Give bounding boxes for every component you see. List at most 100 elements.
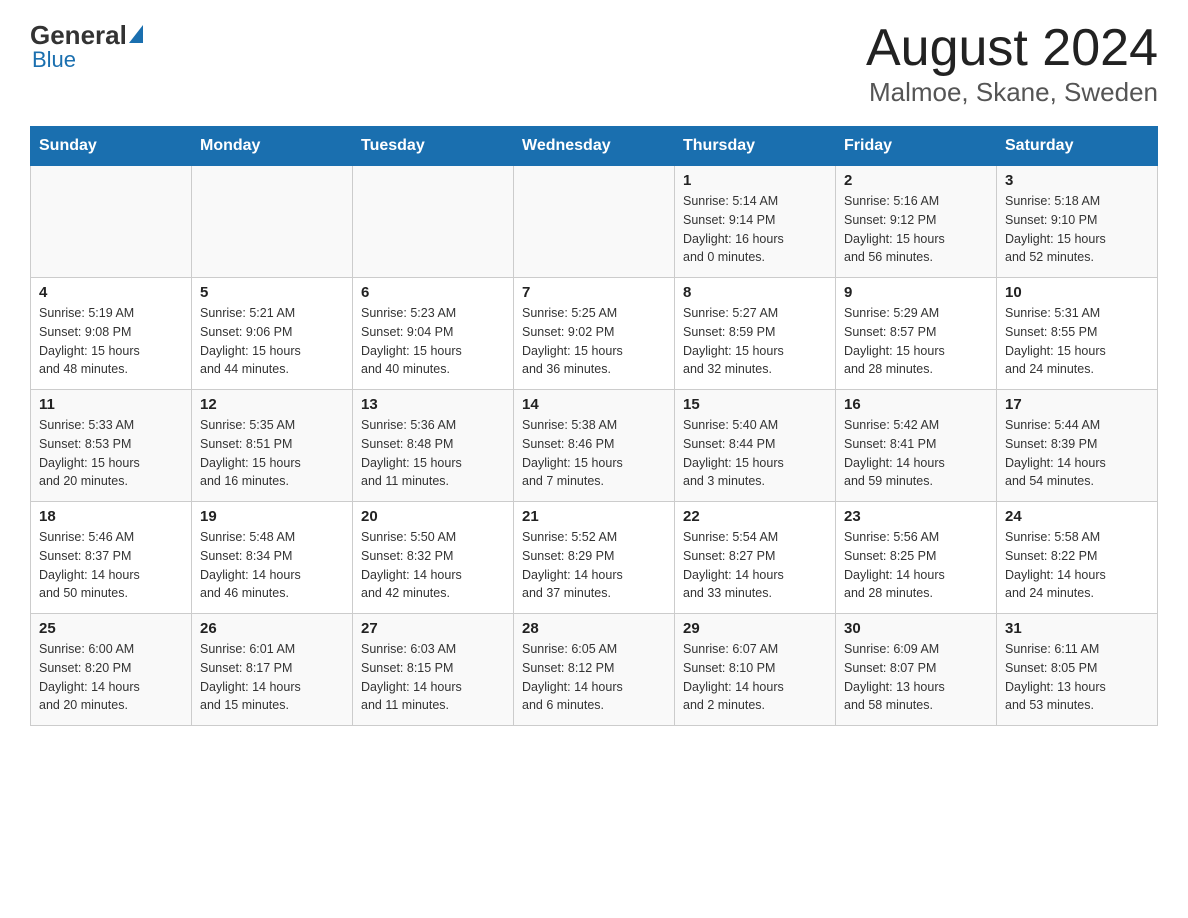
day-number: 18 [39, 508, 183, 525]
day-number: 12 [200, 396, 344, 413]
calendar-cell: 9Sunrise: 5:29 AM Sunset: 8:57 PM Daylig… [836, 278, 997, 390]
calendar-cell: 14 Sunrise: 5:38 AM Sunset: 8:46 PM Dayli… [514, 390, 675, 502]
day-info: Sunrise: 6:00 AM Sunset: 8:20 PM Dayligh… [39, 640, 183, 715]
day-number: 24 [1005, 508, 1149, 525]
calendar-header-row: SundayMondayTuesdayWednesdayThursdayFrid… [31, 127, 1158, 166]
calendar-cell: 16Sunrise: 5:42 AM Sunset: 8:41 PM Dayli… [836, 390, 997, 502]
calendar-cell: 24 Sunrise: 5:58 AM Sunset: 8:22 PM Dayli… [997, 502, 1158, 614]
day-number: 2 [844, 172, 988, 189]
day-number: 25 [39, 620, 183, 637]
calendar-week-row: 25 Sunrise: 6:00 AM Sunset: 8:20 PM Dayli… [31, 614, 1158, 726]
calendar-cell: 29 Sunrise: 6:07 AM Sunset: 8:10 PM Dayli… [675, 614, 836, 726]
day-info: Sunrise: 6:07 AM Sunset: 8:10 PM Dayligh… [683, 640, 827, 715]
day-info: Sunrise: 6:05 AM Sunset: 8:12 PM Dayligh… [522, 640, 666, 715]
day-number: 8 [683, 284, 827, 301]
calendar-cell: 8Sunrise: 5:27 AM Sunset: 8:59 PM Daylig… [675, 278, 836, 390]
column-header-friday: Friday [836, 127, 997, 166]
day-info: Sunrise: 6:01 AM Sunset: 8:17 PM Dayligh… [200, 640, 344, 715]
day-info: Sunrise: 5:58 AM Sunset: 8:22 PM Dayligh… [1005, 528, 1149, 603]
calendar-cell: 3Sunrise: 5:18 AM Sunset: 9:10 PM Daylig… [997, 166, 1158, 278]
day-number: 31 [1005, 620, 1149, 637]
column-header-saturday: Saturday [997, 127, 1158, 166]
day-number: 19 [200, 508, 344, 525]
calendar-week-row: 1Sunrise: 5:14 AM Sunset: 9:14 PM Daylig… [31, 166, 1158, 278]
page-title: August 2024 [866, 20, 1158, 77]
column-header-sunday: Sunday [31, 127, 192, 166]
calendar-week-row: 4 Sunrise: 5:19 AM Sunset: 9:08 PM Daylig… [31, 278, 1158, 390]
day-info: Sunrise: 5:25 AM Sunset: 9:02 PM Dayligh… [522, 304, 666, 379]
calendar-table: SundayMondayTuesdayWednesdayThursdayFrid… [30, 126, 1158, 726]
day-number: 21 [522, 508, 666, 525]
column-header-tuesday: Tuesday [353, 127, 514, 166]
day-info: Sunrise: 5:23 AM Sunset: 9:04 PM Dayligh… [361, 304, 505, 379]
day-info: Sunrise: 5:36 AM Sunset: 8:48 PM Dayligh… [361, 416, 505, 491]
calendar-cell: 12 Sunrise: 5:35 AM Sunset: 8:51 PM Dayli… [192, 390, 353, 502]
day-number: 13 [361, 396, 505, 413]
day-number: 5 [200, 284, 344, 301]
title-block: August 2024 Malmoe, Skane, Sweden [866, 20, 1158, 108]
day-number: 26 [200, 620, 344, 637]
calendar-cell: 27 Sunrise: 6:03 AM Sunset: 8:15 PM Dayli… [353, 614, 514, 726]
day-info: Sunrise: 6:11 AM Sunset: 8:05 PM Dayligh… [1005, 640, 1149, 715]
day-info: Sunrise: 5:56 AM Sunset: 8:25 PM Dayligh… [844, 528, 988, 603]
calendar-cell: 10Sunrise: 5:31 AM Sunset: 8:55 PM Dayli… [997, 278, 1158, 390]
day-info: Sunrise: 5:19 AM Sunset: 9:08 PM Dayligh… [39, 304, 183, 379]
calendar-week-row: 11 Sunrise: 5:33 AM Sunset: 8:53 PM Dayli… [31, 390, 1158, 502]
calendar-cell: 28 Sunrise: 6:05 AM Sunset: 8:12 PM Dayli… [514, 614, 675, 726]
day-info: Sunrise: 5:29 AM Sunset: 8:57 PM Dayligh… [844, 304, 988, 379]
day-number: 11 [39, 396, 183, 413]
day-number: 15 [683, 396, 827, 413]
calendar-cell: 11 Sunrise: 5:33 AM Sunset: 8:53 PM Dayli… [31, 390, 192, 502]
calendar-cell: 30 Sunrise: 6:09 AM Sunset: 8:07 PM Dayli… [836, 614, 997, 726]
calendar-cell: 4 Sunrise: 5:19 AM Sunset: 9:08 PM Daylig… [31, 278, 192, 390]
calendar-cell [514, 166, 675, 278]
calendar-cell: 1Sunrise: 5:14 AM Sunset: 9:14 PM Daylig… [675, 166, 836, 278]
page-subtitle: Malmoe, Skane, Sweden [866, 77, 1158, 108]
day-info: Sunrise: 5:16 AM Sunset: 9:12 PM Dayligh… [844, 192, 988, 267]
day-info: Sunrise: 5:21 AM Sunset: 9:06 PM Dayligh… [200, 304, 344, 379]
day-info: Sunrise: 5:46 AM Sunset: 8:37 PM Dayligh… [39, 528, 183, 603]
day-number: 16 [844, 396, 988, 413]
day-number: 14 [522, 396, 666, 413]
calendar-cell: 5 Sunrise: 5:21 AM Sunset: 9:06 PM Daylig… [192, 278, 353, 390]
day-number: 28 [522, 620, 666, 637]
calendar-cell: 6 Sunrise: 5:23 AM Sunset: 9:04 PM Daylig… [353, 278, 514, 390]
logo-arrow-icon [129, 25, 143, 43]
calendar-cell: 18 Sunrise: 5:46 AM Sunset: 8:37 PM Dayli… [31, 502, 192, 614]
day-info: Sunrise: 5:18 AM Sunset: 9:10 PM Dayligh… [1005, 192, 1149, 267]
day-number: 27 [361, 620, 505, 637]
day-number: 30 [844, 620, 988, 637]
logo-blue-text: Blue [32, 47, 76, 73]
column-header-thursday: Thursday [675, 127, 836, 166]
logo: General Blue [30, 20, 143, 73]
calendar-cell: 25 Sunrise: 6:00 AM Sunset: 8:20 PM Dayli… [31, 614, 192, 726]
day-info: Sunrise: 5:31 AM Sunset: 8:55 PM Dayligh… [1005, 304, 1149, 379]
calendar-cell [31, 166, 192, 278]
column-header-wednesday: Wednesday [514, 127, 675, 166]
calendar-cell: 31 Sunrise: 6:11 AM Sunset: 8:05 PM Dayli… [997, 614, 1158, 726]
day-info: Sunrise: 5:52 AM Sunset: 8:29 PM Dayligh… [522, 528, 666, 603]
day-number: 17 [1005, 396, 1149, 413]
calendar-cell: 15Sunrise: 5:40 AM Sunset: 8:44 PM Dayli… [675, 390, 836, 502]
calendar-week-row: 18 Sunrise: 5:46 AM Sunset: 8:37 PM Dayli… [31, 502, 1158, 614]
day-info: Sunrise: 6:03 AM Sunset: 8:15 PM Dayligh… [361, 640, 505, 715]
day-info: Sunrise: 5:48 AM Sunset: 8:34 PM Dayligh… [200, 528, 344, 603]
day-number: 6 [361, 284, 505, 301]
day-number: 20 [361, 508, 505, 525]
calendar-cell: 13 Sunrise: 5:36 AM Sunset: 8:48 PM Dayli… [353, 390, 514, 502]
day-number: 23 [844, 508, 988, 525]
calendar-cell [192, 166, 353, 278]
day-info: Sunrise: 6:09 AM Sunset: 8:07 PM Dayligh… [844, 640, 988, 715]
day-info: Sunrise: 5:35 AM Sunset: 8:51 PM Dayligh… [200, 416, 344, 491]
calendar-cell: 26 Sunrise: 6:01 AM Sunset: 8:17 PM Dayli… [192, 614, 353, 726]
calendar-cell [353, 166, 514, 278]
day-info: Sunrise: 5:38 AM Sunset: 8:46 PM Dayligh… [522, 416, 666, 491]
day-number: 29 [683, 620, 827, 637]
column-header-monday: Monday [192, 127, 353, 166]
day-info: Sunrise: 5:33 AM Sunset: 8:53 PM Dayligh… [39, 416, 183, 491]
day-number: 7 [522, 284, 666, 301]
day-info: Sunrise: 5:44 AM Sunset: 8:39 PM Dayligh… [1005, 416, 1149, 491]
calendar-cell: 21 Sunrise: 5:52 AM Sunset: 8:29 PM Dayli… [514, 502, 675, 614]
day-number: 4 [39, 284, 183, 301]
calendar-cell: 7 Sunrise: 5:25 AM Sunset: 9:02 PM Daylig… [514, 278, 675, 390]
